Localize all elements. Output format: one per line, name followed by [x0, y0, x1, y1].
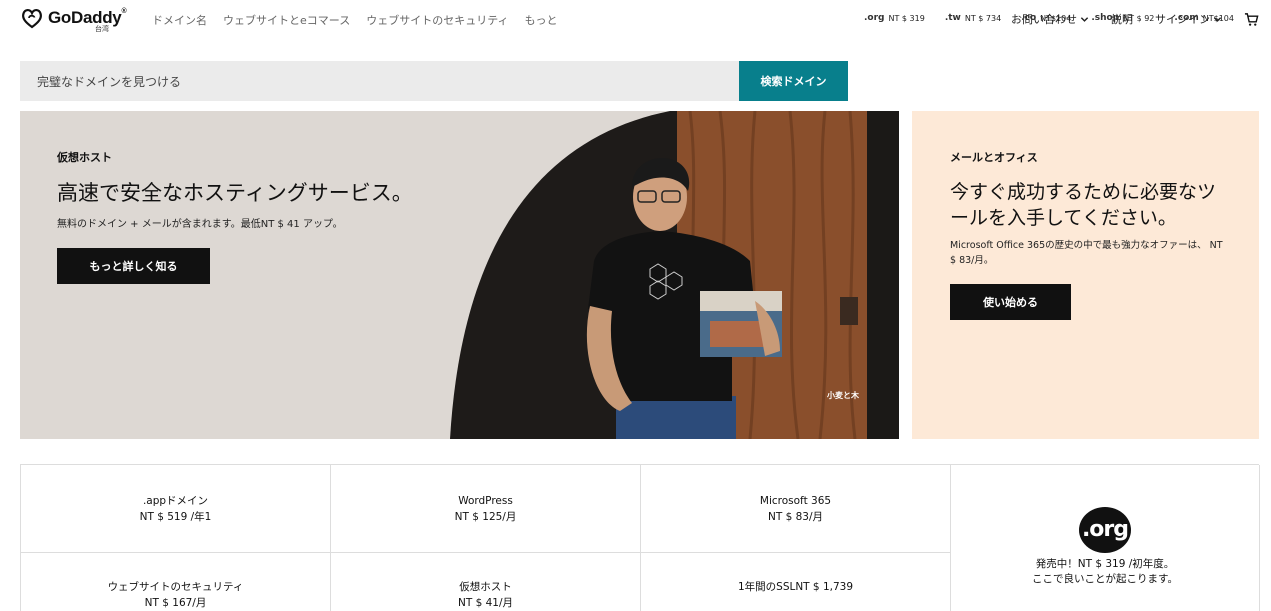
hero-title: 高速で安全なホスティングサービス。 — [57, 181, 413, 205]
com-logo: .com — [1174, 13, 1199, 23]
shop-logo: .shop — [1091, 13, 1120, 23]
product-price: NT $ 83/月 — [767, 511, 824, 523]
tld-shop[interactable]: .shop NT $ 92 — [1091, 13, 1154, 23]
product-name: WordPress — [458, 495, 513, 507]
promo-content: メールとオフィス 今すぐ成功するために必要なツールを入手してください。 Micr… — [950, 149, 1230, 320]
search-placeholder: 完璧なドメインを見つける — [37, 74, 182, 89]
search-domain-button[interactable]: 検索ドメイン — [739, 61, 848, 101]
hero-eyebrow: 仮想ホスト — [57, 151, 112, 164]
tld-tw[interactable]: .tw NT $ 734 — [945, 13, 1001, 23]
tld-price-list: .org NT $ 319 .tw NT $ 734 .co NT$104 .s… — [864, 13, 1234, 23]
tw-logo: .tw — [944, 13, 961, 23]
hero-content: 仮想ホスト 高速で安全なホスティングサービス。 無料のドメイン + メールが含ま… — [57, 149, 417, 284]
godaddy-logo-icon — [22, 8, 42, 29]
product-card-website-security[interactable]: ウェブサイトのセキュリティ NT $ 167/月 — [21, 553, 331, 611]
cart-button[interactable] — [1244, 12, 1259, 27]
domain-search-row: 完璧なドメインを見つける 検索ドメイン — [20, 61, 1260, 101]
hero-subtitle: 無料のドメイン + メールが含まれます。最低NT $ 41 アップ。 — [57, 219, 343, 230]
product-name: 1年間のSSLNT $ 1,739 — [737, 581, 854, 593]
nav-websites-ecommerce[interactable]: ウェブサイトとeコマース — [223, 12, 350, 28]
godaddy-logo[interactable]: GoDaddy® — [20, 7, 127, 29]
org-logo: .org — [864, 13, 885, 23]
product-price: NT $ 519 /年1 — [139, 511, 212, 523]
org-promo-line1: 発売中！NT $ 319 /初年度。 — [1035, 558, 1175, 570]
tld-price: NT $ 319 — [888, 13, 925, 23]
tld-price: NT $ 734 — [964, 13, 1002, 23]
tld-price: NT$104 — [1202, 13, 1234, 23]
tld-price: NT$104 — [1040, 13, 1072, 23]
product-card-app-domain[interactable]: .appドメイン NT $ 519 /年1 — [21, 465, 331, 553]
promo-subtitle: Microsoft Office 365の歴史の中で最も強力なオファーは、 NT… — [950, 240, 1223, 266]
cart-icon — [1244, 12, 1259, 26]
brand-region: 台湾 — [95, 25, 109, 33]
hosting-hero-banner: 仮想ホスト 高速で安全なホスティングサービス。 無料のドメイン + メールが含ま… — [20, 111, 899, 439]
product-price: NT $ 125/月 — [454, 511, 517, 523]
tld-com[interactable]: .com NT$104 — [1174, 13, 1234, 23]
product-name: 仮想ホスト — [459, 581, 512, 593]
product-grid: .appドメイン NT $ 519 /年1 WordPress NT $ 125… — [20, 464, 1260, 611]
product-card-microsoft-365[interactable]: Microsoft 365 NT $ 83/月 — [641, 465, 951, 553]
org-promo-card[interactable]: .org 発売中！NT $ 319 /初年度。 ここで良いことが起こります。 — [951, 465, 1260, 611]
tld-price: NT $ 92 — [1123, 13, 1155, 23]
photo-caption: 小麦と木 — [827, 391, 859, 400]
promo-eyebrow: メールとオフィス — [950, 151, 1038, 164]
product-price: NT $ 167/月 — [144, 597, 207, 609]
product-name: Microsoft 365 — [759, 495, 832, 507]
product-name: .appドメイン — [142, 495, 209, 507]
email-office-promo: メールとオフィス 今すぐ成功するために必要なツールを入手してください。 Micr… — [912, 111, 1259, 439]
promo-title: 今すぐ成功するために必要なツールを入手してください。 — [950, 181, 1217, 229]
co-logo: .co — [1021, 13, 1037, 23]
nav-website-security[interactable]: ウェブサイトのセキュリティ — [366, 12, 508, 28]
product-card-virtual-hosting[interactable]: 仮想ホスト NT $ 41/月 — [331, 553, 641, 611]
org-promo-line2: ここで良いことが起こります。 — [1032, 573, 1178, 585]
main-nav: ドメイン名 ウェブサイトとeコマース ウェブサイトのセキュリティ もっと — [152, 12, 558, 28]
product-card-ssl[interactable]: 1年間のSSLNT $ 1,739 — [641, 553, 951, 611]
product-name: ウェブサイトのセキュリティ — [107, 581, 244, 593]
tld-co[interactable]: .co NT$104 — [1021, 13, 1071, 23]
product-card-wordpress[interactable]: WordPress NT $ 125/月 — [331, 465, 641, 553]
brand-name: GoDaddy® — [48, 8, 127, 27]
product-price: NT $ 41/月 — [457, 597, 514, 609]
tld-org[interactable]: .org NT $ 319 — [864, 13, 925, 23]
org-logo: .org — [1079, 507, 1131, 553]
nav-domains[interactable]: ドメイン名 — [152, 12, 207, 28]
get-started-button[interactable]: 使い始める — [950, 284, 1071, 320]
nav-more[interactable]: もっと — [525, 12, 558, 28]
domain-search-input[interactable]: 完璧なドメインを見つける — [20, 61, 739, 101]
learn-more-button[interactable]: もっと詳しく知る — [57, 248, 210, 284]
